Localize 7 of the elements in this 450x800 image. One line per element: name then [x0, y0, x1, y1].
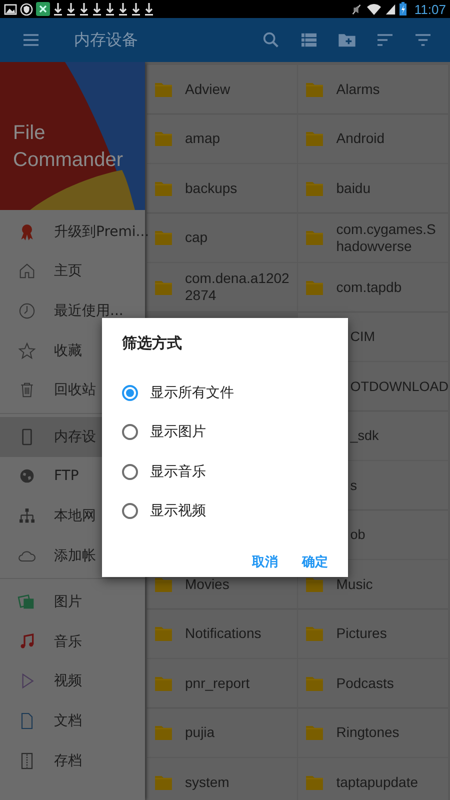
clock-time: 11:07 — [414, 2, 446, 16]
dialog-title: 筛选方式 — [122, 334, 183, 353]
toolbar-title: 内存设备 — [74, 30, 139, 50]
option-label: 显示音乐 — [150, 462, 206, 481]
option-label: 显示视频 — [150, 502, 206, 520]
option-label: 显示图片 — [150, 423, 206, 442]
option-label: 显示所有文件 — [150, 384, 234, 402]
